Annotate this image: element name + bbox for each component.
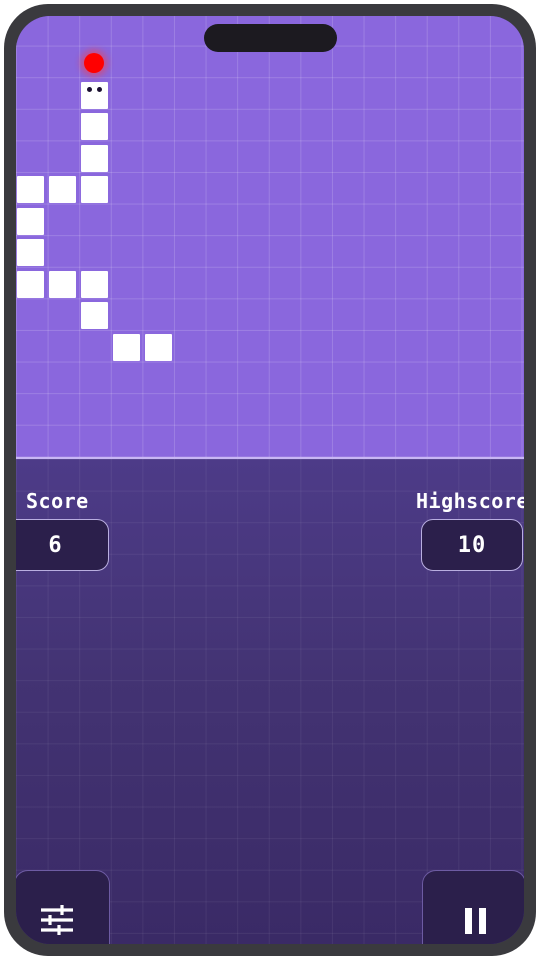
game-board[interactable] — [16, 16, 524, 459]
snake-segment — [17, 208, 44, 235]
highscore-label: Highscore — [416, 489, 524, 513]
snake-segment — [81, 113, 108, 140]
score-label: Score — [26, 489, 89, 513]
snake-eye-left — [87, 87, 92, 92]
snake-segment — [17, 271, 44, 298]
snake-segment — [17, 239, 44, 266]
highscore-value-box: 10 — [421, 519, 523, 571]
score-value-box: 6 — [16, 519, 109, 571]
snake-segment — [81, 176, 108, 203]
snake-segment — [81, 145, 108, 172]
pause-icon — [465, 908, 486, 934]
settings-button[interactable] — [16, 870, 110, 944]
pause-button[interactable] — [422, 870, 524, 944]
snake-head — [81, 82, 108, 109]
snake-segment — [81, 271, 108, 298]
snake-segment — [81, 302, 108, 329]
game-screen: Score 6 Highscore 10 — [16, 16, 524, 944]
food-pellet — [84, 53, 104, 73]
camera-notch — [204, 24, 337, 52]
snake-segment — [49, 271, 76, 298]
snake-segment — [17, 176, 44, 203]
snake-segment — [113, 334, 140, 361]
snake-segment — [145, 334, 172, 361]
sliders-icon — [41, 905, 73, 935]
snake-eye-right — [97, 87, 102, 92]
snake-segment — [49, 176, 76, 203]
